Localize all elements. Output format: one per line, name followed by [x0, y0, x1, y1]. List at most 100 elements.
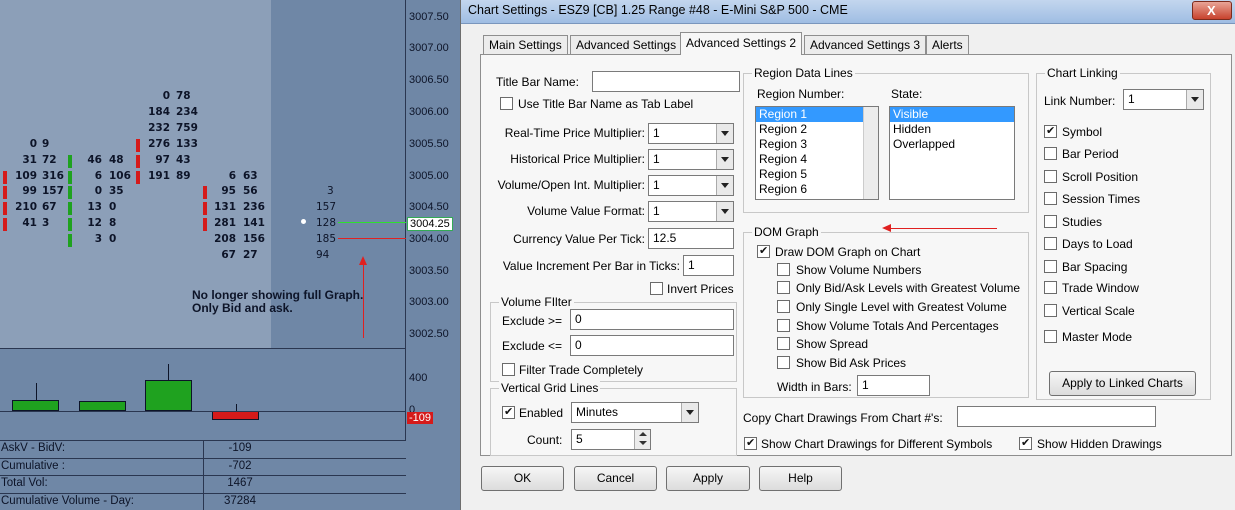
annotation-arrow-head: [359, 256, 367, 265]
apply-button[interactable]: Apply: [666, 466, 750, 491]
count-input[interactable]: 5: [571, 429, 651, 450]
link-session-times-checkbox[interactable]: [1044, 192, 1057, 205]
stats-label: AskV - BidV:: [1, 442, 66, 454]
region-list-item[interactable]: Region 5: [756, 167, 864, 182]
vol-oi-mult-select[interactable]: 1: [648, 175, 734, 196]
show-diff-symbols-checkbox[interactable]: [744, 436, 757, 450]
footprint-bid: 191: [148, 170, 170, 182]
vertical-grid-title: Vertical Grid Lines: [499, 381, 601, 395]
link-days-to-load-checkbox[interactable]: [1044, 237, 1057, 250]
link-master-mode-checkbox[interactable]: [1044, 330, 1057, 343]
link-studies-checkbox[interactable]: [1044, 215, 1057, 228]
chevron-down-icon[interactable]: [716, 202, 733, 221]
hist-price-mult-value: 1: [653, 152, 660, 166]
tab-advanced-settings-3[interactable]: Advanced Settings 3: [804, 35, 927, 55]
footprint-ask: 133: [176, 138, 198, 150]
footprint-ask: 48: [109, 154, 124, 166]
vgrid-enabled-checkbox[interactable]: [502, 405, 515, 419]
vol-value-format-value: 1: [653, 204, 660, 218]
chevron-down-icon[interactable]: [716, 176, 733, 195]
dom-option-checkbox[interactable]: [777, 356, 790, 369]
state-listbox[interactable]: Visible Hidden Overlapped: [889, 106, 1015, 200]
dom-option-label: Only Bid/Ask Levels with Greatest Volume: [796, 281, 1021, 295]
draw-dom-checkbox[interactable]: [757, 244, 770, 258]
link-bar-period-checkbox[interactable]: [1044, 147, 1057, 160]
dom-annotation-arrow: [887, 228, 997, 229]
region-listbox[interactable]: Region 1 Region 2 Region 3 Region 4 Region 5…: [755, 106, 879, 200]
vol-oi-mult-label: Volume/Open Int. Multiplier:: [497, 178, 645, 192]
footprint-dom: 157: [316, 201, 337, 213]
region-list-item[interactable]: Region 2: [756, 122, 864, 137]
copy-drawings-input[interactable]: [957, 406, 1156, 427]
annotation-line-2: Only Bid and ask.: [192, 301, 293, 315]
help-button[interactable]: Help: [759, 466, 842, 491]
count-label: Count:: [527, 433, 563, 447]
region-list-item[interactable]: Region 7: [756, 197, 864, 199]
price-tick: 3005.00: [409, 170, 449, 182]
value-inc-input[interactable]: 1: [683, 255, 734, 276]
dom-option-checkbox[interactable]: [777, 300, 790, 313]
footprint-bid: 131: [214, 201, 236, 213]
link-vertical-scale-checkbox[interactable]: [1044, 304, 1057, 317]
filter-trade-checkbox[interactable]: [502, 363, 515, 376]
footprint-ask: 78: [176, 90, 191, 102]
link-bar-spacing-checkbox[interactable]: [1044, 260, 1057, 273]
link-scroll-position-checkbox[interactable]: [1044, 170, 1057, 183]
spinner-icon[interactable]: [634, 430, 650, 449]
footprint-ask: 9: [42, 138, 50, 150]
region-list-item[interactable]: Region 4: [756, 152, 864, 167]
region-list-item[interactable]: Region 1: [756, 107, 864, 122]
link-item-label: Trade Window: [1062, 281, 1139, 295]
rt-price-mult-select[interactable]: 1: [648, 123, 734, 144]
dom-option-checkbox[interactable]: [777, 281, 790, 294]
tab-advanced-settings-2[interactable]: Advanced Settings 2: [680, 32, 803, 55]
price-tick: 3004.00: [409, 233, 449, 245]
tab-main-settings[interactable]: Main Settings: [483, 35, 568, 55]
tab-alerts[interactable]: Alerts: [926, 35, 969, 55]
invert-prices-label: Invert Prices: [667, 282, 734, 296]
dialog-titlebar[interactable]: Chart Settings - ESZ9 [CB] 1.25 Range #4…: [461, 0, 1235, 24]
exclude-ge-input[interactable]: 0: [570, 309, 734, 330]
link-number-select[interactable]: 1: [1123, 89, 1204, 110]
invert-prices-checkbox[interactable]: [650, 282, 663, 295]
chevron-down-icon[interactable]: [716, 124, 733, 143]
dom-option-label: Show Bid Ask Prices: [796, 356, 907, 370]
chevron-down-icon[interactable]: [716, 150, 733, 169]
region-list-item[interactable]: Region 6: [756, 182, 864, 197]
vgrid-enabled-label: Enabled: [519, 406, 564, 420]
state-list-item[interactable]: Overlapped: [890, 137, 1014, 152]
use-title-bar-checkbox[interactable]: [500, 97, 513, 110]
vgrid-unit-select[interactable]: Minutes: [571, 402, 699, 423]
show-hidden-checkbox[interactable]: [1019, 436, 1032, 450]
tab-advanced-settings[interactable]: Advanced Settings: [570, 35, 683, 55]
chart-panel[interactable]: 3007.50 3007.00 3006.50 3006.00 3005.50 3005.…: [0, 0, 460, 510]
dom-width-input[interactable]: 1: [857, 375, 930, 396]
title-bar-name-input[interactable]: [592, 71, 740, 92]
dom-option-checkbox[interactable]: [777, 337, 790, 350]
region-list-item[interactable]: Region 3: [756, 137, 864, 152]
chevron-down-icon[interactable]: [1186, 90, 1203, 109]
footprint-bid: 281: [214, 217, 236, 229]
region-scrollbar[interactable]: [863, 107, 878, 199]
volume-zero-line: [0, 411, 406, 412]
link-symbol-checkbox[interactable]: [1044, 124, 1057, 138]
currency-per-tick-input[interactable]: 12.5: [648, 228, 734, 249]
cancel-button[interactable]: Cancel: [574, 466, 657, 491]
dom-option-checkbox[interactable]: [777, 319, 790, 332]
ok-button[interactable]: OK: [481, 466, 564, 491]
close-button[interactable]: X: [1192, 1, 1232, 20]
state-list-item[interactable]: Visible: [890, 107, 1014, 122]
dom-option-checkbox[interactable]: [777, 263, 790, 276]
state-list-item[interactable]: Hidden: [890, 122, 1014, 137]
chart-settings-dialog[interactable]: Chart Settings - ESZ9 [CB] 1.25 Range #4…: [460, 0, 1235, 510]
hist-price-mult-label: Historical Price Multiplier:: [510, 152, 645, 166]
chevron-down-icon[interactable]: [681, 403, 698, 422]
exclude-le-input[interactable]: 0: [570, 335, 734, 356]
hist-price-mult-select[interactable]: 1: [648, 149, 734, 170]
footprint-ask: 234: [176, 106, 198, 118]
footprint-bid: 3: [94, 233, 102, 245]
footprint-bid: 6: [228, 170, 236, 182]
apply-linked-button[interactable]: Apply to Linked Charts: [1049, 371, 1196, 396]
vol-value-format-select[interactable]: 1: [648, 201, 734, 222]
link-trade-window-checkbox[interactable]: [1044, 281, 1057, 294]
